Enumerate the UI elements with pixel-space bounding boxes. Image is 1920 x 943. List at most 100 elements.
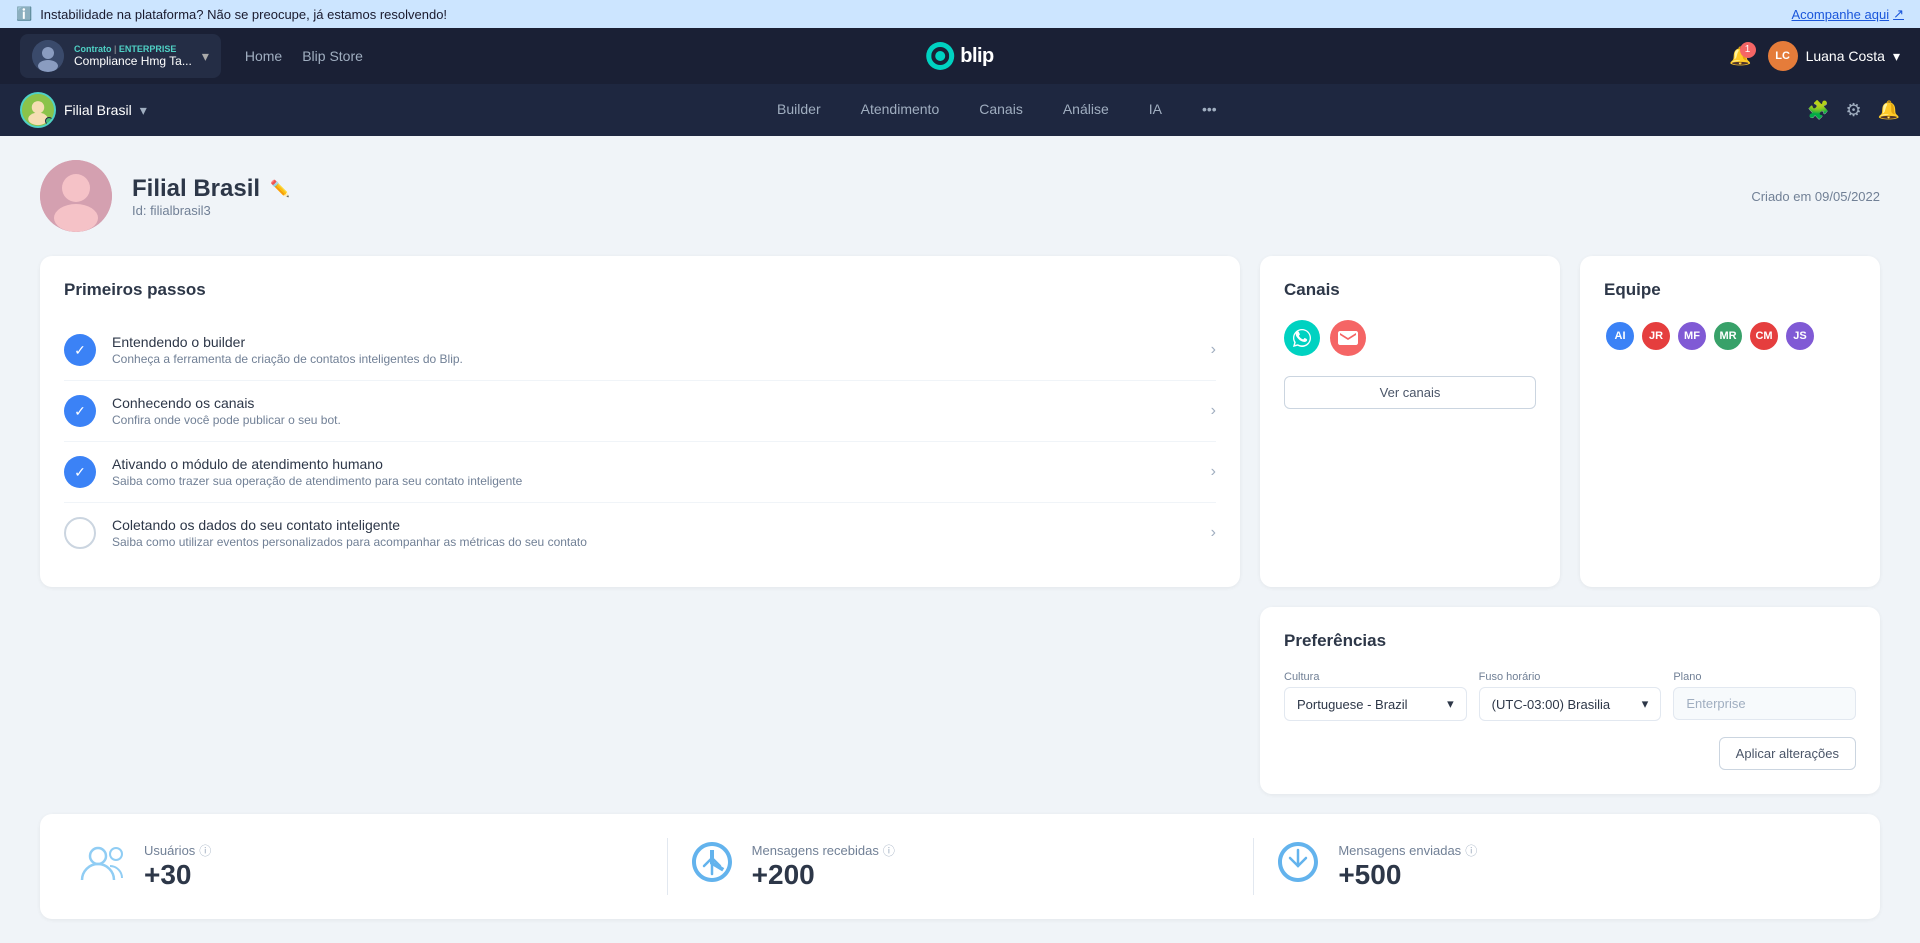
pref-cultura-label: Cultura — [1284, 671, 1467, 683]
step-2-desc: Confira onde você pode publicar o seu bo… — [112, 413, 1195, 427]
stat-mensagens-enviadas-value: +500 — [1338, 859, 1477, 891]
contract-selector[interactable]: Contrato | ENTERPRISE Compliance Hmg Ta.… — [20, 34, 221, 78]
sub-nav-more[interactable]: ••• — [1182, 84, 1237, 136]
usuarios-icon — [80, 842, 128, 891]
user-menu-button[interactable]: LC Luana Costa ▾ — [1768, 41, 1900, 71]
canais-title: Canais — [1284, 280, 1536, 300]
nav-link-home[interactable]: Home — [245, 48, 282, 64]
sub-nav-canais[interactable]: Canais — [959, 84, 1043, 136]
team-member-1: AI — [1604, 320, 1636, 352]
step-1[interactable]: ✓ Entendendo o builder Conheça a ferrame… — [64, 320, 1216, 381]
stat-mensagens-enviadas: Mensagens enviadas ⓘ +500 — [1253, 838, 1840, 895]
step-3-arrow-icon: › — [1211, 463, 1216, 481]
stat-usuarios-label: Usuários ⓘ — [144, 842, 211, 859]
pref-plano-select: Enterprise — [1673, 687, 1856, 720]
pref-fuso-label: Fuso horário — [1479, 671, 1662, 683]
pref-cultura-select[interactable]: Portuguese - Brazil ▾ — [1284, 687, 1467, 721]
profile-name: Filial Brasil ✏️ — [132, 175, 1731, 203]
sub-nav-atendimento[interactable]: Atendimento — [841, 84, 960, 136]
profile-info: Filial Brasil ✏️ Id: filialbrasil3 — [132, 175, 1731, 218]
sub-nav: Filial Brasil ▾ Builder Atendimento Cana… — [0, 84, 1920, 136]
notifications-button[interactable]: 🔔 1 — [1729, 46, 1751, 67]
step-3-title: Ativando o módulo de atendimento humano — [112, 456, 1195, 472]
profile-id: Id: filialbrasil3 — [132, 203, 1731, 218]
user-chevron-icon: ▾ — [1893, 48, 1900, 65]
stats-card: Usuários ⓘ +30 Mensagens recebidas ⓘ — [40, 814, 1880, 919]
alert-message: Instabilidade na plataforma? Não se preo… — [40, 7, 447, 22]
stat-usuarios-info-icon[interactable]: ⓘ — [199, 842, 211, 859]
external-link-icon: ↗ — [1893, 6, 1904, 22]
user-avatar: LC — [1768, 41, 1798, 71]
mensagens-recebidas-icon — [688, 838, 736, 895]
page-content: Filial Brasil ✏️ Id: filialbrasil3 Criad… — [0, 136, 1920, 943]
nav-link-blipstore[interactable]: Blip Store — [302, 48, 363, 64]
step-3[interactable]: ✓ Ativando o módulo de atendimento human… — [64, 442, 1216, 503]
top-nav-links: Home Blip Store — [245, 48, 363, 64]
bot-status-dot — [45, 117, 53, 125]
stat-usuarios-content: Usuários ⓘ +30 — [144, 842, 211, 891]
equipe-card: Equipe AI JR MF MR CM JS — [1580, 256, 1880, 587]
step-3-check: ✓ — [64, 456, 96, 488]
alert-link[interactable]: Acompanhe aqui ↗ — [1792, 6, 1904, 22]
primeiros-passos-title: Primeiros passos — [64, 280, 1216, 300]
contract-info: Contrato | ENTERPRISE Compliance Hmg Ta.… — [74, 44, 192, 68]
sub-nav-builder[interactable]: Builder — [757, 84, 841, 136]
contract-name: Compliance Hmg Ta... — [74, 54, 192, 68]
bot-avatar — [20, 92, 56, 128]
stat-mensagens-recebidas-label: Mensagens recebidas ⓘ — [752, 842, 895, 859]
bot-name: Filial Brasil — [64, 102, 132, 118]
pref-cultura-value: Portuguese - Brazil — [1297, 697, 1408, 712]
canais-card: Canais Ver canais — [1260, 256, 1560, 587]
step-4-check — [64, 517, 96, 549]
step-1-content: Entendendo o builder Conheça a ferrament… — [112, 334, 1195, 366]
profile-avatar — [40, 160, 112, 232]
contract-badge-label: Contrato — [74, 44, 112, 54]
team-member-5: CM — [1748, 320, 1780, 352]
sub-nav-ia[interactable]: IA — [1129, 84, 1182, 136]
email-channel-icon — [1330, 320, 1366, 356]
alert-bar: ℹ️ Instabilidade na plataforma? Não se p… — [0, 0, 1920, 28]
step-4[interactable]: Coletando os dados do seu contato inteli… — [64, 503, 1216, 563]
bot-chevron-icon: ▾ — [140, 102, 147, 119]
step-1-desc: Conheça a ferramenta de criação de conta… — [112, 352, 1195, 366]
edit-profile-icon[interactable]: ✏️ — [270, 179, 290, 199]
chevron-down-icon: ▾ — [202, 48, 209, 65]
stat-usuarios-value: +30 — [144, 859, 211, 891]
step-1-title: Entendendo o builder — [112, 334, 1195, 350]
step-2[interactable]: ✓ Conhecendo os canais Confira onde você… — [64, 381, 1216, 442]
pref-cultura-chevron: ▾ — [1447, 696, 1454, 712]
info-icon: ℹ️ — [16, 6, 32, 22]
sub-nav-right: 🧩 ⚙ 🔔 — [1807, 100, 1900, 121]
settings-icon-button[interactable]: ⚙ — [1845, 100, 1861, 121]
pref-fuso-select[interactable]: (UTC-03:00) Brasilia ▾ — [1479, 687, 1662, 721]
stat-mensagens-recebidas-content: Mensagens recebidas ⓘ +200 — [752, 842, 895, 891]
top-nav-right: 🔔 1 LC Luana Costa ▾ — [1729, 41, 1900, 71]
stat-recebidas-info-icon[interactable]: ⓘ — [883, 842, 895, 859]
step-4-title: Coletando os dados do seu contato inteli… — [112, 517, 1195, 533]
canais-icons — [1284, 320, 1536, 356]
stat-mensagens-enviadas-label: Mensagens enviadas ⓘ — [1338, 842, 1477, 859]
bot-selector[interactable]: Filial Brasil ▾ — [20, 92, 147, 128]
top-nav: Contrato | ENTERPRISE Compliance Hmg Ta.… — [0, 28, 1920, 84]
pref-fields: Cultura Portuguese - Brazil ▾ Fuso horár… — [1284, 671, 1856, 721]
step-1-check: ✓ — [64, 334, 96, 366]
pref-fuso-chevron: ▾ — [1642, 696, 1649, 712]
plugin-icon-button[interactable]: 🧩 — [1807, 100, 1829, 121]
bell-icon-button[interactable]: 🔔 — [1878, 100, 1900, 121]
mensagens-enviadas-icon — [1274, 838, 1322, 895]
aplicar-alteracoes-button[interactable]: Aplicar alterações — [1719, 737, 1856, 770]
ver-canais-button[interactable]: Ver canais — [1284, 376, 1536, 409]
sub-nav-analise[interactable]: Análise — [1043, 84, 1129, 136]
stat-enviadas-info-icon[interactable]: ⓘ — [1465, 842, 1477, 859]
pref-plano-label: Plano — [1673, 671, 1856, 683]
step-2-content: Conhecendo os canais Confira onde você p… — [112, 395, 1195, 427]
blip-logo-circle — [926, 42, 954, 70]
stat-mensagens-enviadas-content: Mensagens enviadas ⓘ +500 — [1338, 842, 1477, 891]
step-3-content: Ativando o módulo de atendimento humano … — [112, 456, 1195, 488]
pref-fuso-field: Fuso horário (UTC-03:00) Brasilia ▾ — [1479, 671, 1662, 721]
equipe-avatars: AI JR MF MR CM JS — [1604, 320, 1856, 352]
profile-date: Criado em 09/05/2022 — [1751, 189, 1880, 204]
sub-nav-links: Builder Atendimento Canais Análise IA ••… — [187, 84, 1807, 136]
contract-avatar — [32, 40, 64, 72]
steps-list: ✓ Entendendo o builder Conheça a ferrame… — [64, 320, 1216, 563]
